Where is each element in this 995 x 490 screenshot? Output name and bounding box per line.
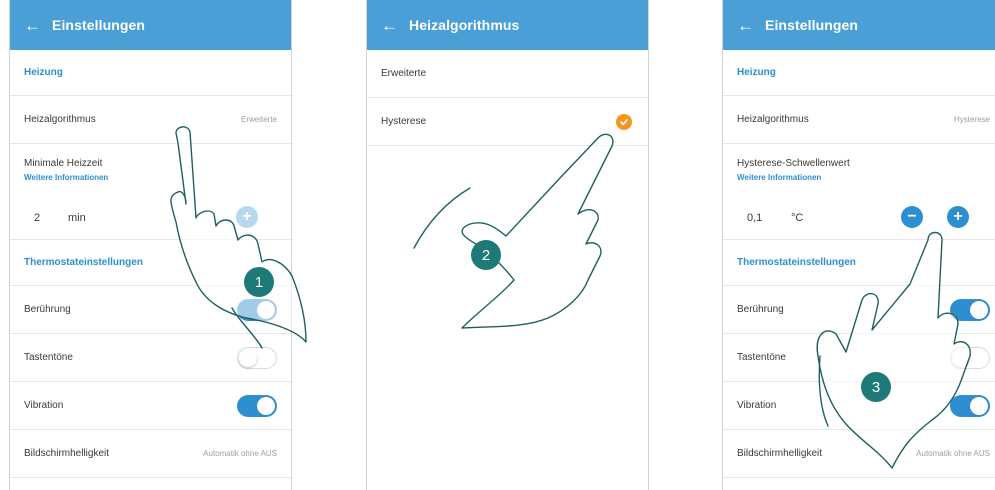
app-bar: ← Einstellungen bbox=[10, 0, 291, 50]
min-heating-time-value: 2 bbox=[34, 212, 41, 224]
step-marker-1: 1 bbox=[244, 267, 274, 297]
increase-button[interactable]: + bbox=[236, 206, 258, 228]
touch-toggle[interactable] bbox=[950, 298, 990, 321]
app-bar: ← Einstellungen bbox=[723, 0, 995, 50]
screen-settings-3: ← Einstellungen Heizung Heizalgorithmus … bbox=[722, 0, 995, 490]
brightness-row[interactable]: Bildschirmhelligkeit Automatik ohne AUS bbox=[723, 430, 995, 478]
hysteresis-threshold-unit: °C bbox=[791, 212, 804, 224]
brightness-label: Bildschirmhelligkeit bbox=[24, 448, 110, 459]
vibration-toggle[interactable] bbox=[950, 394, 990, 417]
back-arrow-icon[interactable]: ← bbox=[24, 17, 52, 34]
brightness-value: Automatik ohne AUS bbox=[916, 449, 990, 458]
app-bar: ← Heizalgorithmus bbox=[367, 0, 648, 50]
heating-algorithm-row[interactable]: Heizalgorithmus Erweiterte bbox=[10, 96, 291, 144]
touch-label: Berührung bbox=[24, 304, 71, 315]
screen-heating-algorithm: ← Heizalgorithmus Erweiterte Hysterese bbox=[366, 0, 649, 490]
option-advanced[interactable]: Erweiterte bbox=[367, 50, 648, 98]
key-tones-row: Tastentöne bbox=[723, 334, 995, 382]
key-tones-toggle[interactable] bbox=[950, 346, 990, 369]
back-arrow-icon[interactable]: ← bbox=[381, 17, 409, 34]
brightness-value: Automatik ohne AUS bbox=[203, 449, 277, 458]
key-tones-toggle[interactable] bbox=[237, 346, 277, 369]
hysteresis-threshold-row: Hysterese-Schwellenwert Weitere Informat… bbox=[723, 144, 995, 240]
page-title: Einstellungen bbox=[52, 17, 146, 33]
page-title: Heizalgorithmus bbox=[409, 17, 520, 33]
touch-toggle[interactable] bbox=[237, 298, 277, 321]
section-heading-heating: Heizung bbox=[723, 50, 995, 96]
section-heading-thermostat: Thermostateinstellungen bbox=[723, 240, 995, 286]
section-heading-heating: Heizung bbox=[10, 50, 291, 96]
step-marker-3: 3 bbox=[861, 372, 891, 402]
vibration-row: Vibration bbox=[10, 382, 291, 430]
check-icon bbox=[616, 113, 632, 130]
step-marker-2: 2 bbox=[471, 240, 501, 270]
heating-algorithm-value: Hysterese bbox=[953, 115, 990, 124]
more-info-link[interactable]: Weitere Informationen bbox=[737, 173, 990, 182]
min-heating-time-row: Minimale Heizzeit Weitere Informationen … bbox=[10, 144, 291, 240]
page-title: Einstellungen bbox=[765, 17, 859, 33]
key-tones-label: Tastentöne bbox=[24, 352, 73, 363]
key-tones-row: Tastentöne bbox=[10, 334, 291, 382]
touch-row: Berührung bbox=[723, 286, 995, 334]
more-info-link[interactable]: Weitere Informationen bbox=[24, 173, 277, 182]
heating-algorithm-label: Heizalgorithmus bbox=[24, 114, 96, 125]
touch-label: Berührung bbox=[737, 304, 784, 315]
min-heating-time-unit: min bbox=[68, 212, 86, 224]
screen-settings-1: ← Einstellungen Heizung Heizalgorithmus … bbox=[9, 0, 292, 490]
brightness-label: Bildschirmhelligkeit bbox=[737, 448, 823, 459]
vibration-toggle[interactable] bbox=[237, 394, 277, 417]
decrease-button[interactable]: − bbox=[901, 206, 923, 228]
option-advanced-label: Erweiterte bbox=[381, 68, 427, 79]
vibration-label: Vibration bbox=[737, 400, 777, 411]
heating-algorithm-label: Heizalgorithmus bbox=[737, 114, 809, 125]
min-heating-time-label: Minimale Heizzeit bbox=[24, 158, 103, 169]
back-arrow-icon[interactable]: ← bbox=[737, 17, 765, 34]
hysteresis-threshold-value: 0,1 bbox=[747, 212, 763, 224]
option-hysteresis[interactable]: Hysterese bbox=[367, 98, 648, 146]
option-hysteresis-label: Hysterese bbox=[381, 116, 427, 127]
brightness-row[interactable]: Bildschirmhelligkeit Automatik ohne AUS bbox=[10, 430, 291, 478]
vibration-label: Vibration bbox=[24, 400, 64, 411]
heating-algorithm-row[interactable]: Heizalgorithmus Hysterese bbox=[723, 96, 995, 144]
hysteresis-threshold-label: Hysterese-Schwellenwert bbox=[737, 158, 850, 169]
key-tones-label: Tastentöne bbox=[737, 352, 786, 363]
increase-button[interactable]: + bbox=[947, 206, 969, 228]
heating-algorithm-value: Erweiterte bbox=[240, 115, 277, 124]
vibration-row: Vibration bbox=[723, 382, 995, 430]
